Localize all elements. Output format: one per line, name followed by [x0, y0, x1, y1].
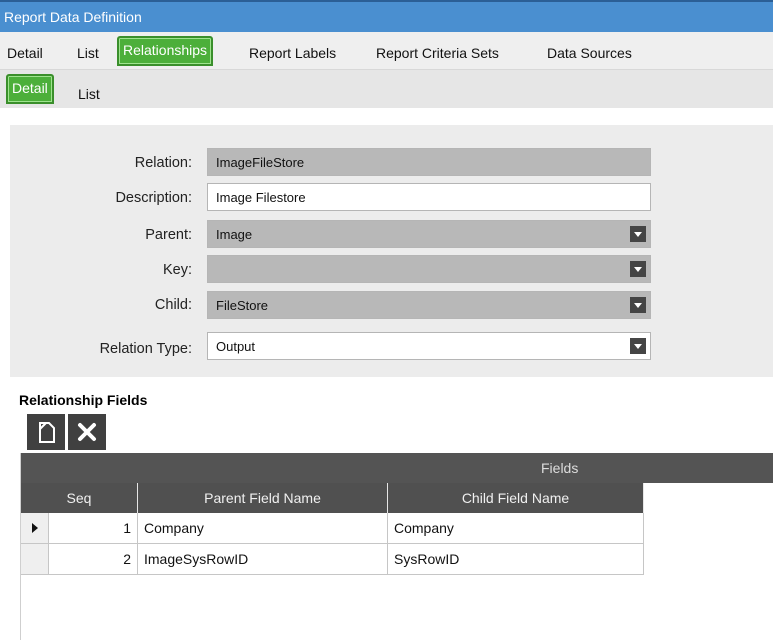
row-selector-current[interactable] — [21, 513, 49, 544]
cell-seq[interactable]: 1 — [49, 513, 138, 544]
grid-group-header: Fields — [21, 453, 773, 483]
relation-type-dropdown[interactable]: Output — [207, 332, 651, 360]
window-title: Report Data Definition — [4, 9, 142, 25]
description-label: Description: — [115, 190, 192, 206]
child-value: FileStore — [216, 298, 269, 313]
subtab-list[interactable]: List — [78, 86, 100, 102]
key-label: Key: — [162, 262, 192, 278]
cell-seq[interactable]: 2 — [49, 544, 138, 575]
tab-list[interactable]: List — [77, 45, 99, 61]
chevron-down-icon[interactable] — [630, 226, 646, 242]
parent-dropdown[interactable]: Image — [207, 220, 651, 248]
tab-data-sources[interactable]: Data Sources — [547, 45, 632, 61]
relation-type-value: Output — [216, 339, 256, 354]
chevron-down-icon[interactable] — [630, 261, 646, 277]
sub-tab-strip: Detail List — [0, 70, 773, 108]
delete-x-icon — [78, 423, 96, 441]
cell-child-field[interactable]: SysRowID — [388, 544, 644, 575]
tab-detail[interactable]: Detail — [7, 45, 43, 61]
relation-type-label: Relation Type: — [99, 341, 192, 357]
main-tab-strip: Detail List Relationships Report Labels … — [0, 32, 773, 70]
fields-group-label: Fields — [541, 460, 579, 476]
relationship-fields-grid: Fields Seq Parent Field Name Child Field… — [20, 453, 773, 640]
cell-child-field[interactable]: Company — [388, 513, 644, 544]
relation-field[interactable]: ImageFileStore — [207, 148, 651, 176]
chevron-down-icon[interactable] — [630, 338, 646, 354]
delete-row-button[interactable] — [68, 414, 106, 450]
relation-label: Relation: — [134, 155, 192, 171]
tab-report-labels[interactable]: Report Labels — [249, 45, 336, 61]
description-field[interactable]: Image Filestore — [207, 183, 651, 211]
chevron-down-icon[interactable] — [630, 297, 646, 313]
new-row-button[interactable] — [27, 414, 65, 450]
cell-parent-field[interactable]: ImageSysRowID — [138, 544, 388, 575]
parent-value: Image — [216, 227, 253, 242]
child-label: Child: — [154, 297, 192, 313]
column-header-child-field[interactable]: Child Field Name — [388, 483, 644, 513]
child-dropdown[interactable]: FileStore — [207, 291, 651, 319]
tab-report-criteria-sets[interactable]: Report Criteria Sets — [376, 45, 499, 61]
parent-label: Parent: — [145, 227, 192, 243]
window-titlebar: Report Data Definition — [0, 0, 773, 32]
row-selector[interactable] — [21, 544, 49, 575]
cell-parent-field[interactable]: Company — [138, 513, 388, 544]
new-document-icon — [39, 422, 55, 443]
tab-relationships[interactable]: Relationships — [117, 36, 214, 66]
key-dropdown[interactable] — [207, 255, 651, 283]
subtab-detail[interactable]: Detail — [6, 74, 54, 104]
relationship-fields-title: Relationship Fields — [19, 392, 148, 408]
column-header-seq[interactable]: Seq — [21, 483, 138, 513]
column-header-parent-field[interactable]: Parent Field Name — [138, 483, 388, 513]
